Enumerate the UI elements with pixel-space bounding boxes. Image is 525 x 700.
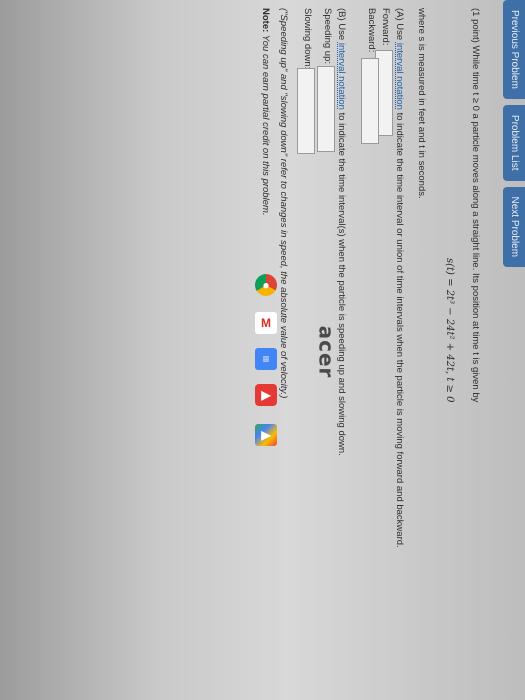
forward-label: Forward: bbox=[380, 8, 391, 46]
problem-nav: Previous Problem Problem List Next Probl… bbox=[501, 0, 525, 273]
webwork-page: Previous Problem Problem List Next Probl… bbox=[0, 0, 525, 700]
part-a-rest: to indicate the time interval or union o… bbox=[394, 112, 405, 548]
problem-list-button[interactable]: Problem List bbox=[503, 104, 525, 181]
part-b-text: (B) Use interval notation to indicate th… bbox=[336, 8, 347, 456]
backward-label: Backward: bbox=[366, 8, 377, 53]
laptop-screen-photo: Previous Problem Problem List Next Probl… bbox=[0, 0, 525, 700]
slowing-label: Slowing down: bbox=[302, 8, 313, 70]
interval-notation-link-a[interactable]: interval notation bbox=[394, 43, 405, 110]
next-problem-button[interactable]: Next Problem bbox=[503, 186, 525, 268]
speeding-input[interactable] bbox=[317, 66, 335, 152]
backward-input[interactable] bbox=[361, 58, 379, 144]
units-statement: where s is measured in feet and t in sec… bbox=[416, 8, 427, 199]
speed-note: ("Speeding up" and "slowing down" refer … bbox=[278, 8, 289, 399]
note-text: You can earn partial credit on this prob… bbox=[260, 34, 271, 216]
speeding-label: Speeding up: bbox=[322, 8, 333, 64]
credit-note: Note: You can earn partial credit on thi… bbox=[260, 8, 271, 216]
problem-intro: (1 point) While time t ≥ 0 a particle mo… bbox=[470, 8, 481, 403]
note-label: Note: bbox=[260, 8, 271, 33]
part-a-label: (A) Use bbox=[394, 8, 405, 41]
previous-problem-button[interactable]: Previous Problem bbox=[503, 0, 525, 99]
part-b-rest: to indicate the time interval(s) when th… bbox=[336, 112, 347, 456]
slowing-input[interactable] bbox=[297, 68, 315, 154]
interval-notation-link-b[interactable]: interval notation bbox=[336, 43, 347, 110]
part-b-label: (B) Use bbox=[336, 8, 347, 41]
part-a-text: (A) Use interval notation to indicate th… bbox=[394, 8, 405, 548]
position-equation: s(t) = 2t³ − 24t² + 42t, t ≥ 0 bbox=[444, 258, 455, 403]
